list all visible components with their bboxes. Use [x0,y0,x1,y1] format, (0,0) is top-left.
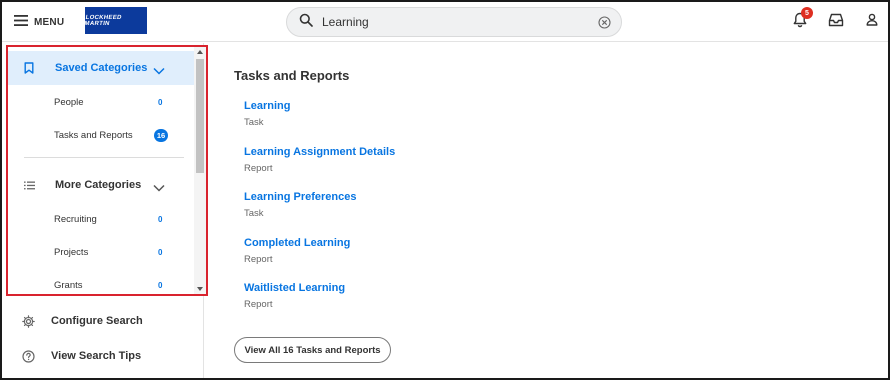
scroll-up-arrow-icon[interactable] [197,50,203,54]
result-type: Report [244,163,273,174]
view-search-tips-link[interactable]: View Search Tips [2,341,204,371]
top-bar: MENU LOCKHEED MARTIN 5 [2,2,888,42]
view-search-tips-label: View Search Tips [51,350,142,362]
gear-icon [22,314,36,328]
result-link[interactable]: Learning [244,100,290,112]
category-item-people[interactable]: People 0 [8,87,194,117]
result-item: Learning Task [244,100,290,128]
category-item-label: Tasks and Reports [54,129,133,141]
notification-badge: 5 [801,7,813,19]
category-count: 0 [158,97,163,107]
search-input[interactable] [322,15,582,29]
profile-button[interactable] [862,12,882,32]
category-scroll-area[interactable]: Saved Categories People 0 Tasks and Repo… [6,45,208,296]
result-type: Report [244,254,273,265]
search-icon [299,13,313,32]
category-count: 0 [158,247,163,257]
list-icon [24,181,44,190]
category-item-tasks-and-reports[interactable]: Tasks and Reports 16 [8,120,194,150]
notifications-button[interactable]: 5 [790,7,813,32]
result-link[interactable]: Waitlisted Learning [244,282,345,294]
category-item-label: Recruiting [54,213,97,225]
category-count: 0 [158,280,163,290]
category-item-label: People [54,96,84,108]
view-all-button[interactable]: View All 16 Tasks and Reports [234,337,391,363]
hamburger-icon [14,13,28,31]
result-item: Completed Learning Report [244,237,350,265]
section-title: Tasks and Reports [234,68,350,83]
result-type: Task [244,117,264,128]
chevron-down-icon[interactable] [153,179,165,197]
category-sidebar: Saved Categories People 0 Tasks and Repo… [2,43,208,378]
category-item-label: Grants [54,279,83,291]
result-item: Learning Assignment Details Report [244,146,395,174]
result-link[interactable]: Learning Assignment Details [244,146,395,158]
result-link[interactable]: Completed Learning [244,237,350,249]
inbox-icon [828,13,844,32]
result-type: Report [244,299,273,310]
result-item: Learning Preferences Task [244,191,357,219]
category-item-grants[interactable]: Grants 0 [8,270,194,294]
configure-search-label: Configure Search [51,315,143,327]
company-logo[interactable]: LOCKHEED MARTIN [83,7,147,34]
bookmark-icon [24,62,44,74]
category-item-recruiting[interactable]: Recruiting 0 [8,204,194,234]
category-item-label: Projects [54,246,89,258]
category-count: 0 [158,214,163,224]
scrollbar-thumb[interactable] [196,59,204,173]
result-type: Task [244,208,264,219]
scroll-down-arrow-icon[interactable] [197,287,203,291]
logo-text: LOCKHEED MARTIN [83,14,123,27]
help-icon [22,349,36,363]
category-divider [24,157,184,158]
search-results: Tasks and Reports Learning Task Learning… [205,43,888,378]
menu-button[interactable]: MENU [14,13,64,31]
more-categories-header[interactable]: More Categories [8,168,194,202]
saved-categories-title: Saved Categories [55,62,148,74]
search-bar [286,7,622,37]
chevron-down-icon[interactable] [153,62,165,80]
user-icon [866,13,878,31]
result-link[interactable]: Learning Preferences [244,191,357,203]
category-item-projects[interactable]: Projects 0 [8,237,194,267]
result-item: Waitlisted Learning Report [244,282,345,310]
saved-categories-header[interactable]: Saved Categories [8,51,194,85]
inbox-button[interactable] [826,12,846,32]
category-count-badge: 16 [154,128,168,142]
more-categories-title: More Categories [55,179,142,191]
menu-label: MENU [34,16,65,28]
clear-search-icon[interactable] [598,15,611,29]
configure-search-link[interactable]: Configure Search [2,306,204,336]
